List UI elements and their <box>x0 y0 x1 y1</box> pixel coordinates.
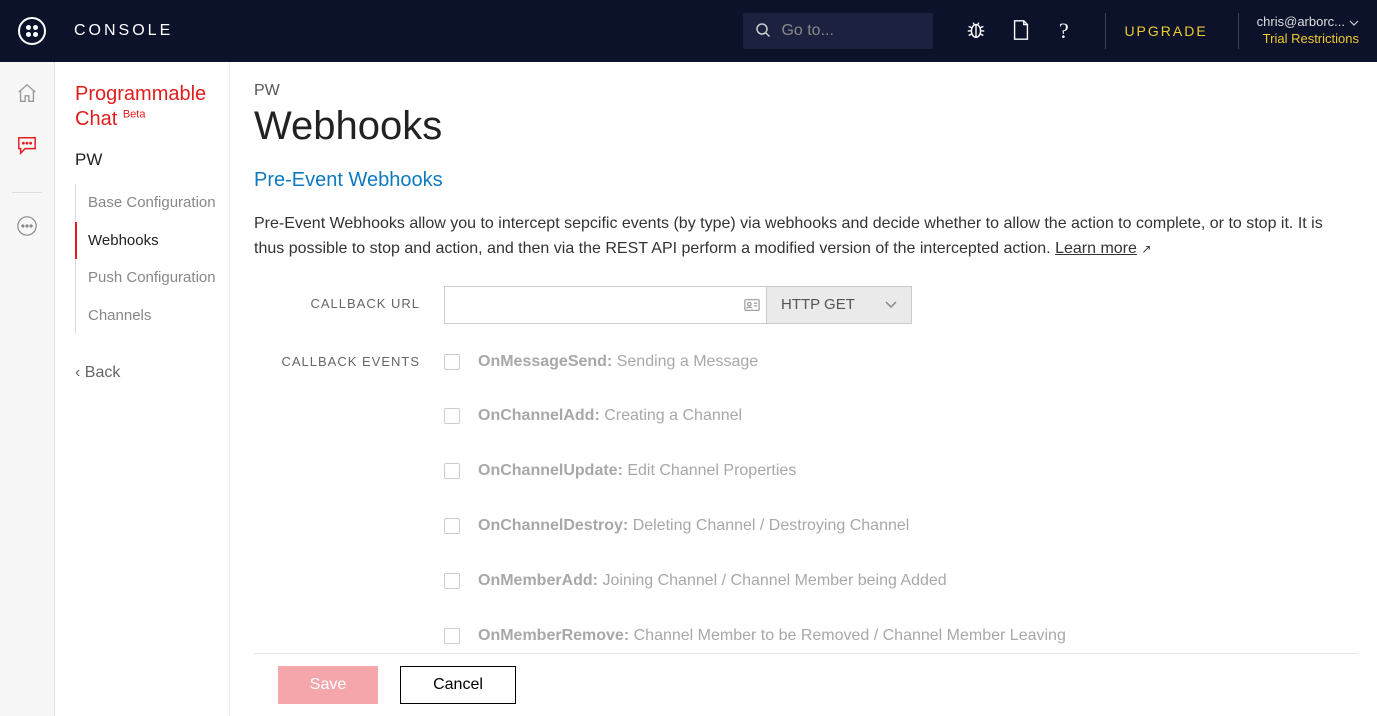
twilio-logo[interactable] <box>18 17 46 45</box>
help-icon[interactable]: ? <box>1055 18 1075 45</box>
beta-badge: Beta <box>123 108 146 120</box>
sidebar-item-channels[interactable]: Channels <box>76 297 229 335</box>
main-content: PW Webhooks Pre-Event Webhooks Pre-Event… <box>230 62 1377 716</box>
event-row: OnChannelUpdate: Edit Channel Properties <box>444 453 1357 508</box>
section-title: Pre-Event Webhooks <box>254 169 1357 192</box>
cancel-button[interactable]: Cancel <box>400 666 516 704</box>
event-row: OnChannelDestroy: Deleting Channel / Des… <box>444 508 1357 563</box>
header-divider <box>1105 13 1106 49</box>
event-row: OnChannelAdd: Creating a Channel <box>444 398 1357 453</box>
breadcrumb: PW <box>254 82 1357 100</box>
search-input[interactable] <box>781 22 921 40</box>
more-icon[interactable] <box>16 215 38 240</box>
svg-text:?: ? <box>1059 18 1069 42</box>
external-link-icon: ↗ <box>1141 240 1151 259</box>
page-title: Webhooks <box>254 104 1357 149</box>
http-method-select[interactable]: HTTP GET <box>766 286 912 324</box>
upgrade-link[interactable]: UPGRADE <box>1124 23 1207 39</box>
search-box[interactable] <box>743 13 933 49</box>
section-description: Pre-Event Webhooks allow you to intercep… <box>254 212 1357 262</box>
icon-rail <box>0 62 55 716</box>
contact-card-icon[interactable] <box>738 286 766 324</box>
event-checkbox[interactable] <box>444 518 460 534</box>
chevron-down-icon <box>1349 14 1359 31</box>
document-icon[interactable] <box>1011 19 1031 44</box>
action-bar: Save Cancel <box>254 653 1357 716</box>
event-checkbox[interactable] <box>444 463 460 479</box>
home-icon[interactable] <box>16 82 38 107</box>
event-checkbox[interactable] <box>444 628 460 644</box>
chevron-down-icon <box>885 296 897 313</box>
trial-restrictions-link[interactable]: Trial Restrictions <box>1257 31 1359 48</box>
event-checkbox[interactable] <box>444 354 460 370</box>
learn-more-link[interactable]: Learn more <box>1055 240 1137 257</box>
console-brand: CONSOLE <box>74 22 173 40</box>
user-menu[interactable]: chris@arborc... Trial Restrictions <box>1257 14 1359 48</box>
chevron-left-icon: ‹ <box>75 364 80 381</box>
sidebar: Programmable Chat Beta PW Base Configura… <box>55 62 230 716</box>
save-button[interactable]: Save <box>278 666 378 704</box>
event-row: OnMessageSend: Sending a Message <box>444 344 1357 399</box>
product-title[interactable]: Programmable Chat Beta <box>75 82 229 132</box>
callback-url-label: CALLBACK URL <box>254 286 444 324</box>
debug-icon[interactable] <box>965 19 987 44</box>
user-email-label: chris@arborc... <box>1257 14 1345 29</box>
event-row: OnMemberAdd: Joining Channel / Channel M… <box>444 563 1357 618</box>
event-checkbox[interactable] <box>444 408 460 424</box>
sidebar-item-webhooks[interactable]: Webhooks <box>75 222 229 260</box>
chat-icon[interactable] <box>16 135 38 158</box>
sidebar-item-push-config[interactable]: Push Configuration <box>76 259 229 297</box>
project-code[interactable]: PW <box>75 150 229 170</box>
search-icon <box>755 22 771 41</box>
top-header: CONSOLE ? UPGRADE chris@arborc... Trial … <box>0 0 1377 62</box>
back-link[interactable]: ‹ Back <box>75 364 229 382</box>
header-divider <box>1238 13 1239 49</box>
event-checkbox[interactable] <box>444 573 460 589</box>
sidebar-item-base-config[interactable]: Base Configuration <box>76 184 229 222</box>
callback-url-input[interactable] <box>444 286 738 324</box>
